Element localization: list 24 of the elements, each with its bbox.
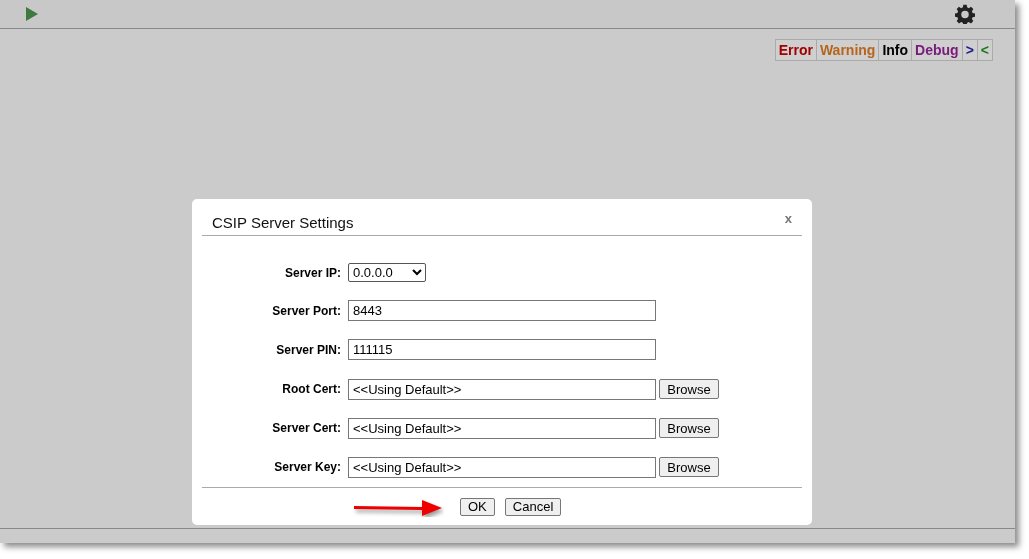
- field-label: Server IP:: [283, 265, 342, 280]
- server-ip-dropdown[interactable]: 0.0.0.0: [348, 263, 426, 283]
- field-label: Server Port:: [271, 303, 342, 318]
- dialog-title: CSIP Server Settings: [212, 214, 354, 231]
- log-filter-button[interactable]: Info: [878, 39, 913, 61]
- ok-button[interactable]: OK: [460, 497, 495, 516]
- field-label: Server PIN:: [275, 342, 342, 357]
- browse-button[interactable]: Browse: [659, 418, 719, 439]
- field-label: Server Cert:: [271, 421, 342, 436]
- browse-button[interactable]: Browse: [659, 457, 719, 478]
- log-filter-button[interactable]: Error: [774, 39, 817, 61]
- close-button[interactable]: x: [784, 211, 792, 226]
- cancel-button[interactable]: Cancel: [504, 497, 562, 516]
- play-icon[interactable]: [26, 7, 38, 21]
- input-field[interactable]: 111115: [348, 339, 656, 361]
- field-label: Root Cert:: [281, 382, 342, 397]
- field-label: Server Key:: [273, 460, 342, 475]
- input-field[interactable]: <<Using Default>>: [348, 378, 656, 400]
- browse-button[interactable]: Browse: [659, 379, 719, 400]
- input-field[interactable]: <<Using Default>>: [348, 456, 656, 478]
- input-field[interactable]: <<Using Default>>: [348, 417, 656, 439]
- log-filter-button[interactable]: Debug: [911, 39, 963, 61]
- input-field[interactable]: 8443: [348, 300, 656, 322]
- settings-icon[interactable]: [955, 4, 975, 24]
